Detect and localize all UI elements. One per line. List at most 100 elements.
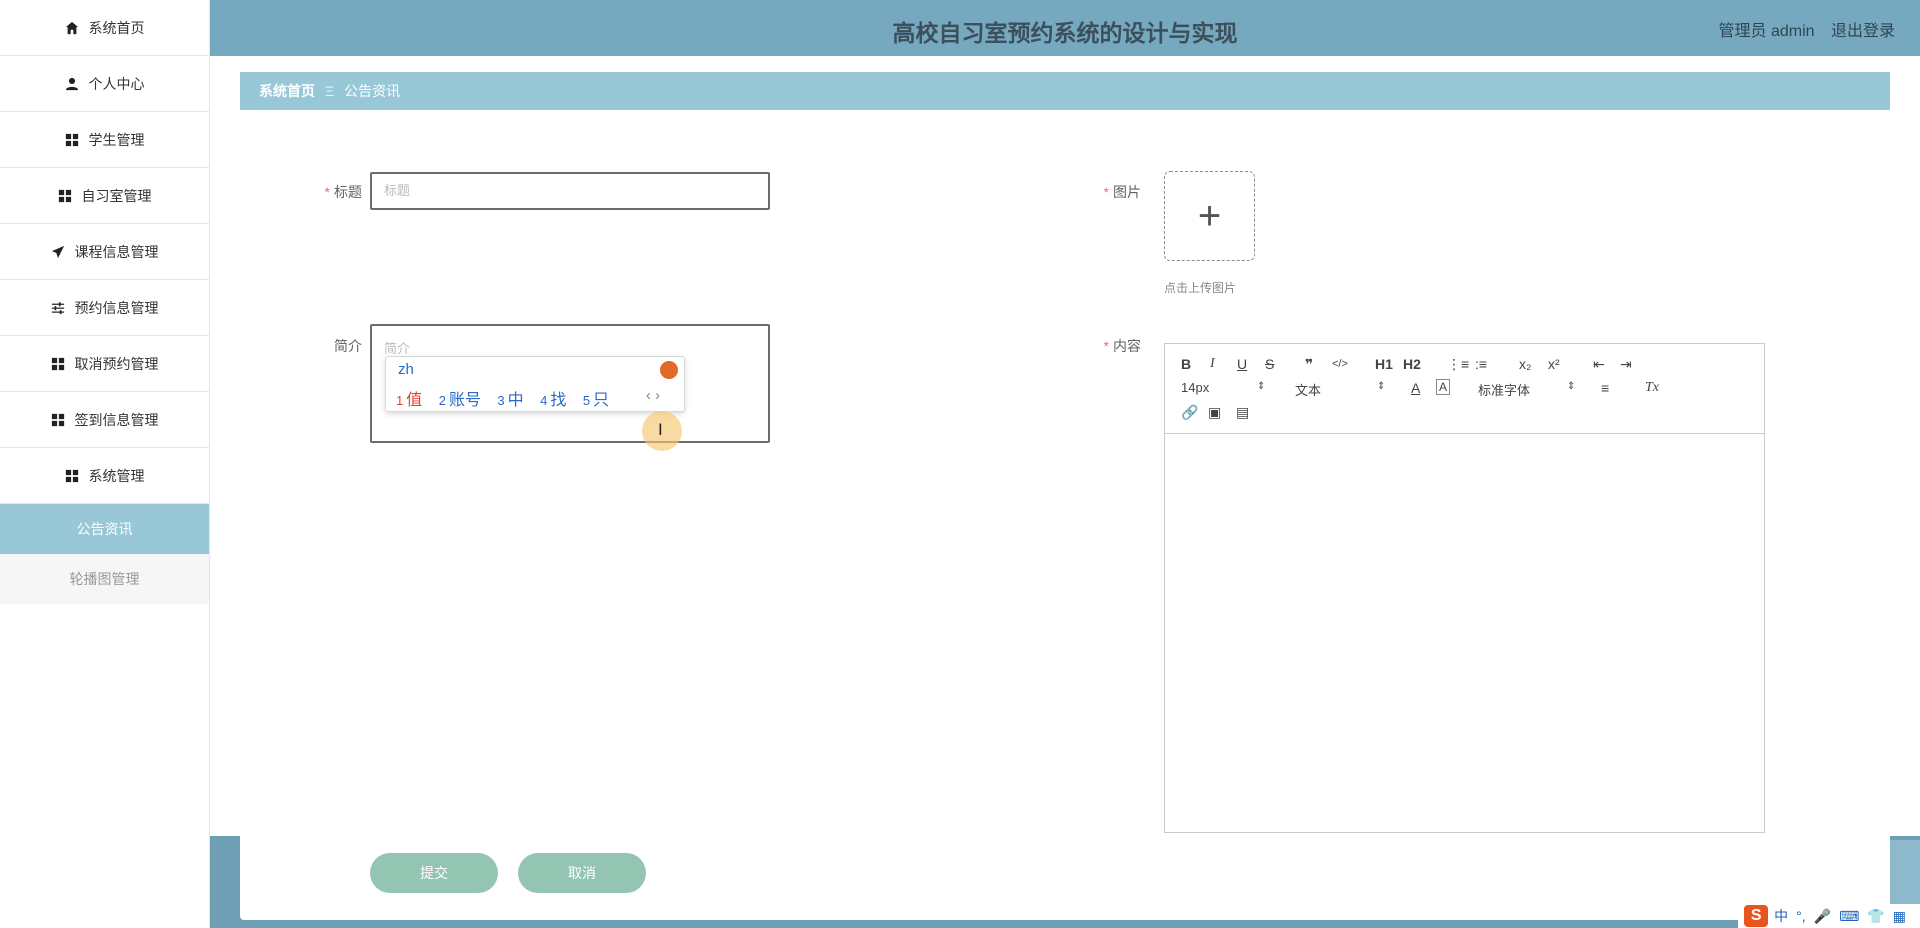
blockquote-icon[interactable]: ❞ — [1305, 355, 1313, 373]
paragraph-value: 文本 — [1295, 383, 1322, 398]
sidebar-item-label: 个人中心 — [88, 75, 145, 92]
breadcrumb-current: 公告资讯 — [344, 83, 401, 99]
select-arrow-icon: ⇕ — [1257, 381, 1266, 392]
chevron-left-icon[interactable]: ‹ — [646, 387, 651, 404]
ordered-list-icon[interactable]: ⋮≡ — [1447, 355, 1469, 373]
intro-label: 简介 — [282, 336, 362, 356]
background-color-icon[interactable]: A — [1436, 379, 1451, 395]
title-input[interactable]: 标题 — [370, 172, 770, 210]
bold-icon[interactable]: B — [1181, 355, 1191, 373]
editor-body[interactable] — [1165, 434, 1764, 832]
font-color-icon[interactable]: A — [1411, 379, 1420, 397]
intro-label-text: 简介 — [334, 338, 362, 354]
ime-candidate[interactable]: 2 账号 — [439, 392, 481, 409]
header2-icon[interactable]: H2 — [1403, 355, 1421, 373]
italic-icon[interactable]: I — [1210, 355, 1215, 373]
sidebar-item-cancellations[interactable]: 取消预约管理 — [0, 336, 209, 392]
sidebar-item-profile[interactable]: 个人中心 — [0, 56, 209, 112]
code-block-icon[interactable]: </> — [1332, 355, 1348, 373]
ime-mode-toggle[interactable]: 中 — [1774, 906, 1788, 926]
title-label-text: 标题 — [334, 184, 362, 200]
link-icon[interactable]: 🔗 — [1181, 403, 1198, 421]
cancel-button[interactable]: 取消 — [518, 853, 646, 893]
sidebar-subitem-announcements[interactable]: 公告资讯 — [0, 504, 209, 554]
grid-icon — [65, 133, 78, 146]
user-icon — [65, 77, 78, 90]
punctuation-toggle[interactable]: °, — [1796, 908, 1806, 924]
ime-candidate[interactable]: 5只 — [583, 392, 609, 409]
image-upload-button[interactable]: + — [1164, 171, 1255, 261]
skin-icon[interactable]: 👕 — [1867, 908, 1884, 925]
sidebar-item-rooms[interactable]: 自习室管理 — [0, 168, 209, 224]
subscript-icon[interactable]: x₂ — [1519, 355, 1531, 373]
indent-icon[interactable]: ⇥ — [1620, 355, 1632, 373]
chevron-right-icon[interactable]: › — [655, 387, 660, 404]
align-icon[interactable]: ≡ — [1601, 379, 1609, 397]
video-icon[interactable]: ▤ — [1236, 403, 1249, 421]
font-size-select[interactable]: 14px ⇕ — [1181, 380, 1266, 395]
breadcrumb: 系统首页 Ξ 公告资讯 — [240, 72, 1890, 110]
font-size-value: 14px — [1181, 380, 1210, 395]
sidebar-item-label: 系统管理 — [88, 467, 145, 484]
image-label-text: 图片 — [1113, 184, 1141, 200]
ime-tray: S 中 °, 🎤 ⌨ 👕 ▦ — [1738, 904, 1920, 928]
sidebar-item-home[interactable]: 系统首页 — [0, 0, 209, 56]
sidebar: 系统首页 个人中心 学生管理 自习室管理 课程信息管理 预约信息管理 取消预约管… — [0, 0, 210, 928]
send-icon — [51, 245, 64, 258]
sidebar-item-reservations[interactable]: 预约信息管理 — [0, 280, 209, 336]
sidebar-item-courses[interactable]: 课程信息管理 — [0, 224, 209, 280]
font-family-select[interactable]: 标准字体 ⇕ — [1478, 380, 1575, 399]
grid-icon — [51, 413, 64, 426]
sidebar-item-system[interactable]: 系统管理 — [0, 448, 209, 504]
submit-button[interactable]: 提交 — [370, 853, 498, 893]
editor-toolbar: B I U S ❞ </> H1 H2 ⋮≡ :≡ x₂ x² ⇤ ⇥ 14px… — [1165, 344, 1764, 434]
sidebar-item-label: 签到信息管理 — [74, 411, 159, 428]
upload-hint: 点击上传图片 — [1164, 281, 1237, 295]
home-icon — [65, 21, 78, 34]
outdent-icon[interactable]: ⇤ — [1593, 355, 1605, 373]
paragraph-select[interactable]: 文本 ⇕ — [1295, 380, 1390, 399]
grid-icon — [65, 469, 78, 482]
sidebar-item-label: 预约信息管理 — [74, 299, 159, 316]
required-mark: * — [324, 184, 330, 200]
clear-format-icon[interactable]: Tx — [1645, 379, 1659, 397]
rich-text-editor: B I U S ❞ </> H1 H2 ⋮≡ :≡ x₂ x² ⇤ ⇥ 14px… — [1164, 343, 1765, 833]
sidebar-item-students[interactable]: 学生管理 — [0, 112, 209, 168]
sidebar-item-checkin[interactable]: 签到信息管理 — [0, 392, 209, 448]
ime-composition: zh — [398, 361, 414, 378]
breadcrumb-home[interactable]: 系统首页 — [259, 81, 315, 101]
ime-candidate[interactable]: 4找 — [540, 392, 566, 409]
breadcrumb-separator-icon: Ξ — [325, 83, 335, 99]
header1-icon[interactable]: H1 — [1375, 355, 1393, 373]
ime-logo-icon — [660, 361, 678, 379]
font-family-value: 标准字体 — [1478, 383, 1531, 398]
toolbox-icon[interactable]: ▦ — [1893, 908, 1906, 925]
grid-icon — [51, 357, 64, 370]
sliders-icon — [51, 301, 64, 314]
ime-page-arrows: ‹ › — [646, 387, 660, 404]
keyboard-icon[interactable]: ⌨ — [1839, 908, 1859, 925]
sogou-logo-icon[interactable]: S — [1744, 905, 1769, 927]
sidebar-subitem-carousel[interactable]: 轮播图管理 — [0, 554, 209, 604]
admin-label: 管理员 admin — [1718, 23, 1815, 40]
content-label: * 内容 — [1061, 336, 1141, 356]
sidebar-item-label: 取消预约管理 — [74, 355, 159, 372]
strikethrough-icon[interactable]: S — [1265, 355, 1274, 373]
ime-candidate[interactable]: 3中 — [497, 392, 523, 409]
required-mark: * — [1103, 184, 1109, 200]
logout-link[interactable]: 退出登录 — [1831, 23, 1895, 40]
ime-candidate[interactable]: 1值 — [396, 392, 422, 409]
sidebar-item-label: 系统首页 — [88, 19, 145, 36]
image-icon[interactable]: ▣ — [1208, 403, 1221, 421]
content-label-text: 内容 — [1113, 338, 1141, 354]
page-title: 高校自习室预约系统的设计与实现 — [892, 20, 1238, 46]
superscript-icon[interactable]: x² — [1548, 355, 1560, 373]
sidebar-item-label: 课程信息管理 — [74, 243, 159, 260]
top-header: 高校自习室预约系统的设计与实现 管理员 admin 退出登录 — [210, 0, 1920, 56]
required-mark: * — [1103, 338, 1109, 354]
ime-candidates: 1值 2 账号 3中 4找 5只 — [396, 386, 621, 410]
microphone-icon[interactable]: 🎤 — [1814, 908, 1831, 925]
underline-icon[interactable]: U — [1237, 355, 1247, 373]
user-area: 管理员 admin 退出登录 — [1707, 17, 1896, 41]
bullet-list-icon[interactable]: :≡ — [1475, 355, 1487, 373]
